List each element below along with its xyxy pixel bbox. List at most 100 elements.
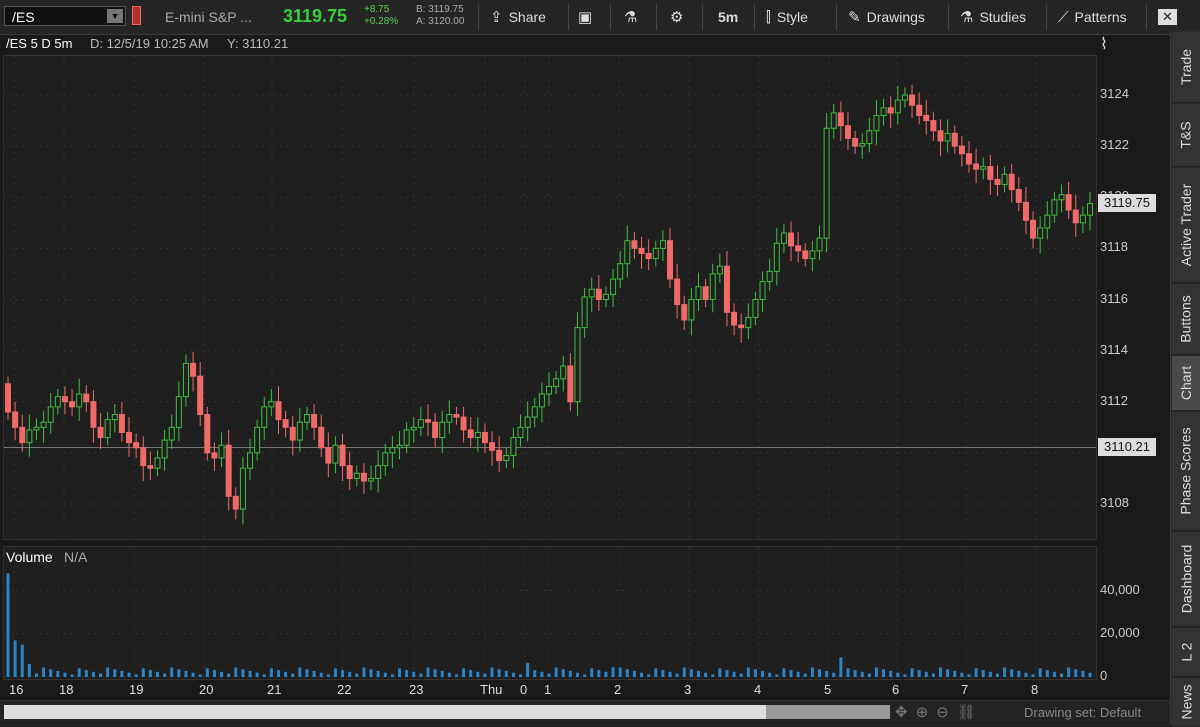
- symbol-text[interactable]: /ES: [12, 9, 35, 25]
- volume-bar: [931, 673, 935, 677]
- time-axis-label: 21: [267, 682, 282, 697]
- candle-body: [254, 426, 261, 454]
- volume-bar: [27, 664, 31, 677]
- snapshot-button[interactable]: ▣: [578, 0, 598, 34]
- bid: B: 3119.75: [416, 4, 464, 15]
- studies-button[interactable]: ⚗ Studies: [960, 0, 1026, 34]
- tab-t-s[interactable]: T&S: [1172, 104, 1200, 167]
- volume-bar: [155, 671, 159, 677]
- tab-phase-scores[interactable]: Phase Scores: [1172, 412, 1200, 531]
- volume-bar: [540, 671, 544, 677]
- candle-body: [332, 444, 339, 464]
- tab-dashboard[interactable]: Dashboard: [1172, 532, 1200, 627]
- time-axis-label: 19: [129, 682, 144, 697]
- style-button[interactable]: ⫿ Style: [766, 0, 808, 34]
- divider: [568, 4, 569, 30]
- volume-bar: [77, 668, 81, 677]
- candle-body: [168, 426, 175, 441]
- symbol-selector[interactable]: /ES ▼: [4, 6, 126, 26]
- zoom-out-icon[interactable]: ⊖: [936, 704, 957, 721]
- tab-chart[interactable]: Chart: [1172, 356, 1200, 411]
- price-chart-pane[interactable]: [3, 55, 1097, 540]
- time-axis-label: 8: [1031, 682, 1039, 697]
- volume-bar: [789, 670, 793, 677]
- tab-l-2[interactable]: L 2: [1172, 628, 1200, 677]
- volume-bar: [746, 667, 750, 677]
- volume-bar: [341, 670, 345, 677]
- drawings-button[interactable]: ✎ Drawings: [848, 0, 925, 34]
- volume-bar: [782, 668, 786, 677]
- share-label: Share: [508, 9, 546, 25]
- candle-body: [375, 465, 382, 479]
- candle-body: [738, 324, 745, 329]
- volume-bar: [13, 640, 17, 677]
- volume-bar: [689, 669, 693, 677]
- candle-body: [688, 299, 695, 321]
- candle-body: [916, 104, 923, 116]
- candle-body: [453, 414, 460, 418]
- volume-bar: [647, 674, 651, 677]
- time-axis-label: 16: [9, 682, 24, 697]
- last-price: 3119.75: [283, 6, 348, 26]
- drawing-set-label[interactable]: Drawing set: Default: [1024, 705, 1141, 720]
- horizontal-scrollbar[interactable]: [4, 705, 890, 719]
- tab-label: Buttons: [1178, 295, 1195, 343]
- flask-button[interactable]: ⚗: [624, 0, 643, 34]
- zoom-in-icon[interactable]: ⊕: [916, 704, 937, 721]
- patterns-button[interactable]: ⟋ Patterns: [1058, 0, 1127, 34]
- candle-body: [873, 114, 880, 132]
- scrollbar-thumb[interactable]: [766, 705, 890, 719]
- divider: [836, 4, 837, 30]
- tab-trade[interactable]: Trade: [1172, 32, 1200, 103]
- candle-body: [318, 426, 325, 449]
- volume-bar: [825, 670, 829, 677]
- zoom-controls[interactable]: ✥⊕⊖⛓: [895, 703, 984, 721]
- volume-bar: [305, 669, 309, 677]
- candle-body: [901, 94, 908, 101]
- price-axis: 312431223120311831163114311231103108: [1097, 55, 1169, 540]
- pan-icon[interactable]: ✥: [895, 704, 916, 721]
- volume-bar: [874, 667, 878, 677]
- volume-bar: [49, 669, 53, 677]
- candle-body: [47, 406, 54, 423]
- tab-active-trader[interactable]: Active Trader: [1172, 168, 1200, 283]
- volume-bar: [490, 667, 494, 677]
- volume-pane[interactable]: [3, 546, 1097, 680]
- timeframe-button[interactable]: 5m: [718, 0, 738, 34]
- price-chart[interactable]: [4, 56, 1096, 539]
- candle-body: [659, 240, 666, 249]
- candle-body: [631, 240, 638, 249]
- settings-button[interactable]: ⚙: [670, 0, 689, 34]
- candle-body: [61, 396, 68, 403]
- tab-buttons[interactable]: Buttons: [1172, 284, 1200, 355]
- volume-bar: [960, 672, 964, 677]
- close-button[interactable]: ✕: [1158, 0, 1183, 34]
- share-button[interactable]: ⇪ Share: [490, 0, 546, 34]
- candle-body: [894, 99, 901, 114]
- volume-bar: [860, 671, 864, 677]
- volume-bar: [426, 667, 430, 677]
- volume-bar: [1017, 670, 1021, 677]
- link-icon[interactable]: ⛓: [957, 704, 984, 721]
- time-axis-label: 6: [892, 682, 900, 697]
- volume-bar: [113, 669, 117, 677]
- volume-bar: [967, 674, 971, 677]
- candle-body: [1051, 199, 1058, 216]
- candle-body: [937, 130, 944, 142]
- volume-bar: [768, 672, 772, 677]
- time-axis-label: 0: [520, 682, 528, 697]
- volume-bar: [981, 670, 985, 677]
- candle-body: [652, 247, 659, 260]
- volume-bar: [711, 674, 715, 677]
- volume-chart[interactable]: [4, 547, 1096, 679]
- tab-news[interactable]: News: [1172, 678, 1200, 727]
- chart-style-icon[interactable]: ⌇: [1100, 34, 1122, 54]
- divider: [656, 4, 657, 30]
- volume-bar: [1038, 668, 1042, 677]
- candle-body: [909, 94, 916, 106]
- volume-bar: [882, 669, 886, 677]
- flag-icon[interactable]: [132, 6, 141, 25]
- candle-body: [745, 316, 752, 329]
- candle-body: [182, 362, 189, 398]
- chevron-down-icon[interactable]: ▼: [107, 9, 123, 23]
